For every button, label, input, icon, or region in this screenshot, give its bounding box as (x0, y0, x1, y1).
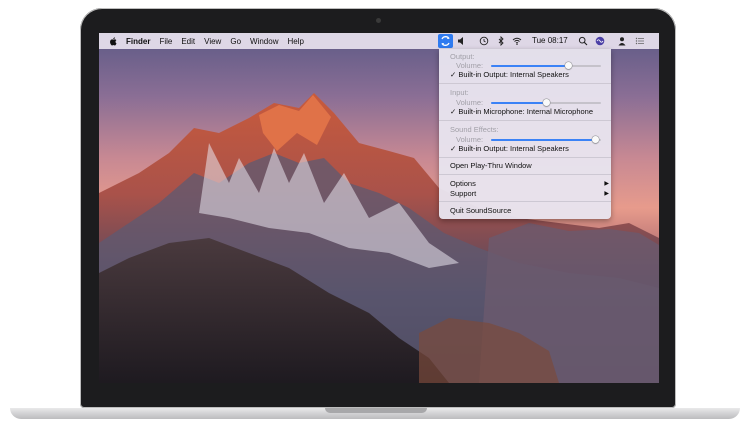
siri-icon[interactable] (595, 36, 605, 46)
menu-bar: Finder File Edit View Go Window Help Tue… (99, 33, 659, 49)
output-header: Output: (450, 52, 475, 61)
menubar-clock[interactable]: Tue 08:17 (532, 36, 568, 45)
output-volume-label: Volume: (456, 61, 484, 70)
input-volume-label: Volume: (456, 98, 484, 107)
input-device-item[interactable]: ✓ Built-in Microphone: Internal Micropho… (450, 107, 593, 116)
bluetooth-icon[interactable] (496, 36, 506, 46)
separator (439, 83, 611, 84)
support-label: Support (450, 189, 477, 198)
wifi-icon[interactable] (512, 36, 522, 46)
menu-view[interactable]: View (204, 37, 221, 46)
speaker-icon[interactable] (457, 36, 467, 46)
menu-window[interactable]: Window (250, 37, 278, 46)
input-header: Input: (450, 88, 469, 97)
output-volume-fill (491, 65, 568, 67)
submenu-arrow-icon: ▶ (604, 181, 609, 187)
separator (439, 174, 611, 175)
soundsource-dropdown: Output: Volume: ✓ Built-in Output: Inter… (439, 49, 611, 219)
menu-edit[interactable]: Edit (181, 37, 195, 46)
support-item[interactable]: Support ▶ (450, 189, 609, 198)
menu-help[interactable]: Help (287, 37, 303, 46)
effects-volume-knob[interactable] (592, 136, 599, 143)
laptop-notch (325, 408, 427, 413)
options-item[interactable]: Options ▶ (450, 179, 609, 188)
user-icon[interactable] (617, 36, 627, 46)
output-volume-knob[interactable] (564, 62, 572, 69)
effects-volume-label: Volume: (456, 135, 484, 144)
input-volume-fill (491, 102, 546, 104)
separator (439, 201, 611, 202)
effects-header: Sound Effects: (450, 125, 499, 134)
menu-go[interactable]: Go (230, 37, 241, 46)
options-label: Options (450, 179, 476, 188)
play-thru-item[interactable]: Open Play-Thru Window (450, 161, 532, 170)
time-machine-icon[interactable] (479, 36, 489, 46)
effects-device-item[interactable]: ✓ Built-in Output: Internal Speakers (450, 144, 569, 153)
output-volume-slider[interactable] (491, 62, 601, 69)
input-volume-knob[interactable] (542, 99, 550, 106)
soundsource-icon (441, 36, 450, 46)
separator (439, 157, 611, 158)
effects-volume-slider[interactable] (491, 136, 601, 143)
output-device-item[interactable]: ✓ Built-in Output: Internal Speakers (450, 70, 569, 79)
soundsource-menu-button[interactable] (438, 34, 453, 48)
quit-item[interactable]: Quit SoundSource (450, 206, 511, 215)
camera (376, 18, 381, 23)
menu-file[interactable]: File (159, 37, 172, 46)
submenu-arrow-icon: ▶ (604, 191, 609, 197)
input-volume-slider[interactable] (491, 99, 601, 106)
effects-volume-fill (491, 139, 596, 141)
separator (439, 120, 611, 121)
notification-center-icon[interactable] (635, 36, 645, 46)
menu-app-name[interactable]: Finder (126, 37, 150, 46)
search-icon[interactable] (578, 36, 588, 46)
apple-logo-icon[interactable] (109, 36, 117, 46)
